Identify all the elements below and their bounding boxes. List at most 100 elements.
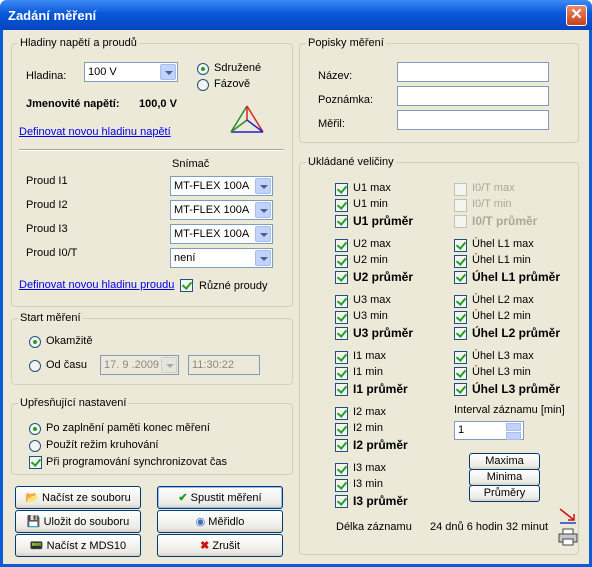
load-file-label: Načíst ze souboru <box>42 492 131 504</box>
current-i2-value: MT-FLEX 100A <box>174 204 250 216</box>
hladina-select[interactable]: 100 V <box>84 62 178 82</box>
radio-fazove[interactable] <box>197 79 209 91</box>
left-quantity-label-1-1: U2 min <box>353 254 388 266</box>
chevron-down-icon <box>161 357 177 373</box>
left-quantity-checkbox-2-2[interactable] <box>335 327 348 340</box>
ruzne-proudy-label: Různé proudy <box>199 280 268 292</box>
close-button[interactable]: ✕ <box>566 5 587 26</box>
nominal-voltage-label: Jmenovité napětí: <box>26 98 120 110</box>
left-quantity-checkbox-4-2[interactable] <box>335 439 348 452</box>
left-quantity-label-5-0: I3 max <box>353 462 387 474</box>
left-quantity-checkbox-2-0[interactable] <box>335 295 348 308</box>
left-quantity-label-5-2: I3 průměr <box>353 494 408 508</box>
cancel-button[interactable]: ✖ Zrušit <box>157 534 283 557</box>
title-bar: Zadání měření <box>0 0 592 30</box>
right-quantity-checkbox-1-1[interactable] <box>454 255 467 268</box>
right-quantity-checkbox-2-1[interactable] <box>454 311 467 324</box>
ruzne-proudy-checkbox[interactable] <box>180 279 193 292</box>
measured-by-label: Měřil: <box>318 118 345 130</box>
current-i3-select[interactable]: MT-FLEX 100A <box>170 224 273 244</box>
right-quantity-label-3-1: Úhel L3 min <box>472 366 531 378</box>
minima-button[interactable]: Minima <box>469 469 540 486</box>
right-quantity-checkbox-3-0[interactable] <box>454 351 467 364</box>
left-quantity-label-3-0: I1 max <box>353 350 387 362</box>
right-quantity-checkbox-0-0[interactable] <box>454 183 467 196</box>
spin-arrows-icon[interactable] <box>506 422 522 440</box>
right-quantity-label-2-0: Úhel L2 max <box>472 294 534 306</box>
right-quantity-checkbox-1-0[interactable] <box>454 239 467 252</box>
prumery-button[interactable]: Průměry <box>469 485 540 502</box>
current-i1-select[interactable]: MT-FLEX 100A <box>170 176 273 196</box>
chevron-down-icon <box>255 250 271 266</box>
left-quantity-checkbox-2-1[interactable] <box>335 311 348 324</box>
right-quantity-checkbox-0-1[interactable] <box>454 199 467 212</box>
left-quantity-checkbox-5-0[interactable] <box>335 463 348 476</box>
radio-od-casu[interactable] <box>29 360 41 372</box>
left-quantity-checkbox-3-2[interactable] <box>335 383 348 396</box>
left-quantity-checkbox-1-2[interactable] <box>335 271 348 284</box>
left-quantity-checkbox-0-1[interactable] <box>335 199 348 212</box>
radio-sdruzene-label: Sdružené <box>214 62 262 74</box>
export-arrow-icon[interactable] <box>559 506 577 524</box>
chevron-down-icon <box>255 178 271 194</box>
measured-by-input[interactable] <box>397 110 549 130</box>
interval-spinner[interactable]: 1 <box>454 421 524 440</box>
start-date-picker[interactable]: 17. 9 .2009 <box>100 355 179 375</box>
right-quantity-checkbox-2-0[interactable] <box>454 295 467 308</box>
current-i2-select[interactable]: MT-FLEX 100A <box>170 200 273 220</box>
left-quantity-label-1-0: U2 max <box>353 238 391 250</box>
sync-time-checkbox[interactable] <box>29 456 42 469</box>
right-quantity-label-1-2: Úhel L1 průměr <box>472 270 561 284</box>
left-quantity-checkbox-0-2[interactable] <box>335 215 348 228</box>
right-quantity-checkbox-1-2[interactable] <box>454 271 467 284</box>
left-quantity-checkbox-1-0[interactable] <box>335 239 348 252</box>
chevron-down-icon <box>255 202 271 218</box>
right-quantity-checkbox-3-1[interactable] <box>454 367 467 380</box>
left-quantity-checkbox-3-1[interactable] <box>335 367 348 380</box>
meter-label: Měřidlo <box>208 516 245 528</box>
printer-icon[interactable] <box>558 528 578 546</box>
record-length-label: Délka záznamu <box>336 521 412 533</box>
radio-od-casu-label: Od času <box>46 359 87 371</box>
radio-okamzite[interactable] <box>29 336 41 348</box>
left-quantity-checkbox-5-1[interactable] <box>335 479 348 492</box>
name-label: Název: <box>318 70 353 82</box>
folder-icon: 📂 <box>25 492 39 504</box>
name-input[interactable] <box>397 62 549 82</box>
device-icon: 📟 <box>29 540 44 552</box>
right-quantity-checkbox-2-2[interactable] <box>454 327 467 340</box>
radio-sdruzene[interactable] <box>197 63 209 75</box>
define-voltage-link[interactable]: Definovat novou hladinu napětí <box>19 126 171 138</box>
start-time-value: 11:30:22 <box>192 359 235 371</box>
levels-separator <box>19 149 284 151</box>
left-quantity-checkbox-3-0[interactable] <box>335 351 348 364</box>
save-file-button[interactable]: 💾 Uložit do souboru <box>15 510 141 533</box>
radio-fazove-label: Fázově <box>214 78 251 90</box>
left-quantity-checkbox-5-2[interactable] <box>335 495 348 508</box>
current-i0-select[interactable]: není <box>170 248 273 268</box>
right-quantity-checkbox-3-2[interactable] <box>454 383 467 396</box>
description-legend: Popisky měření <box>306 37 386 49</box>
refine-group: Upřesňující nastavení Po zaplnění paměti… <box>11 397 293 475</box>
left-quantity-checkbox-1-1[interactable] <box>335 255 348 268</box>
chevron-down-icon <box>160 64 176 80</box>
right-quantity-checkbox-0-2[interactable] <box>454 215 467 228</box>
maxima-button[interactable]: Maxima <box>469 453 540 470</box>
start-time-spinner[interactable]: 11:30:22 <box>188 355 260 375</box>
note-input[interactable] <box>397 86 549 106</box>
load-file-button[interactable]: 📂 Načíst ze souboru <box>15 486 141 509</box>
meter-button[interactable]: ◉ Měřidlo <box>157 510 283 533</box>
start-group: Start měření Okamžitě Od času 17. 9 .200… <box>11 312 293 385</box>
left-quantity-checkbox-0-0[interactable] <box>335 183 348 196</box>
current-i3-value: MT-FLEX 100A <box>174 228 250 240</box>
radio-end-on-full[interactable] <box>29 423 41 435</box>
left-quantity-label-0-1: U1 min <box>353 198 388 210</box>
window-title: Zadání měření <box>8 8 97 23</box>
left-quantity-checkbox-4-0[interactable] <box>335 407 348 420</box>
right-quantity-label-1-1: Úhel L1 min <box>472 254 531 266</box>
start-measurement-button[interactable]: ✔ Spustit měření <box>157 486 283 509</box>
load-mds-button[interactable]: 📟 Načíst z MDS10 <box>15 534 141 557</box>
left-quantity-checkbox-4-1[interactable] <box>335 423 348 436</box>
define-current-link[interactable]: Definovat novou hladinu proudu <box>19 279 174 291</box>
radio-circular[interactable] <box>29 440 41 452</box>
